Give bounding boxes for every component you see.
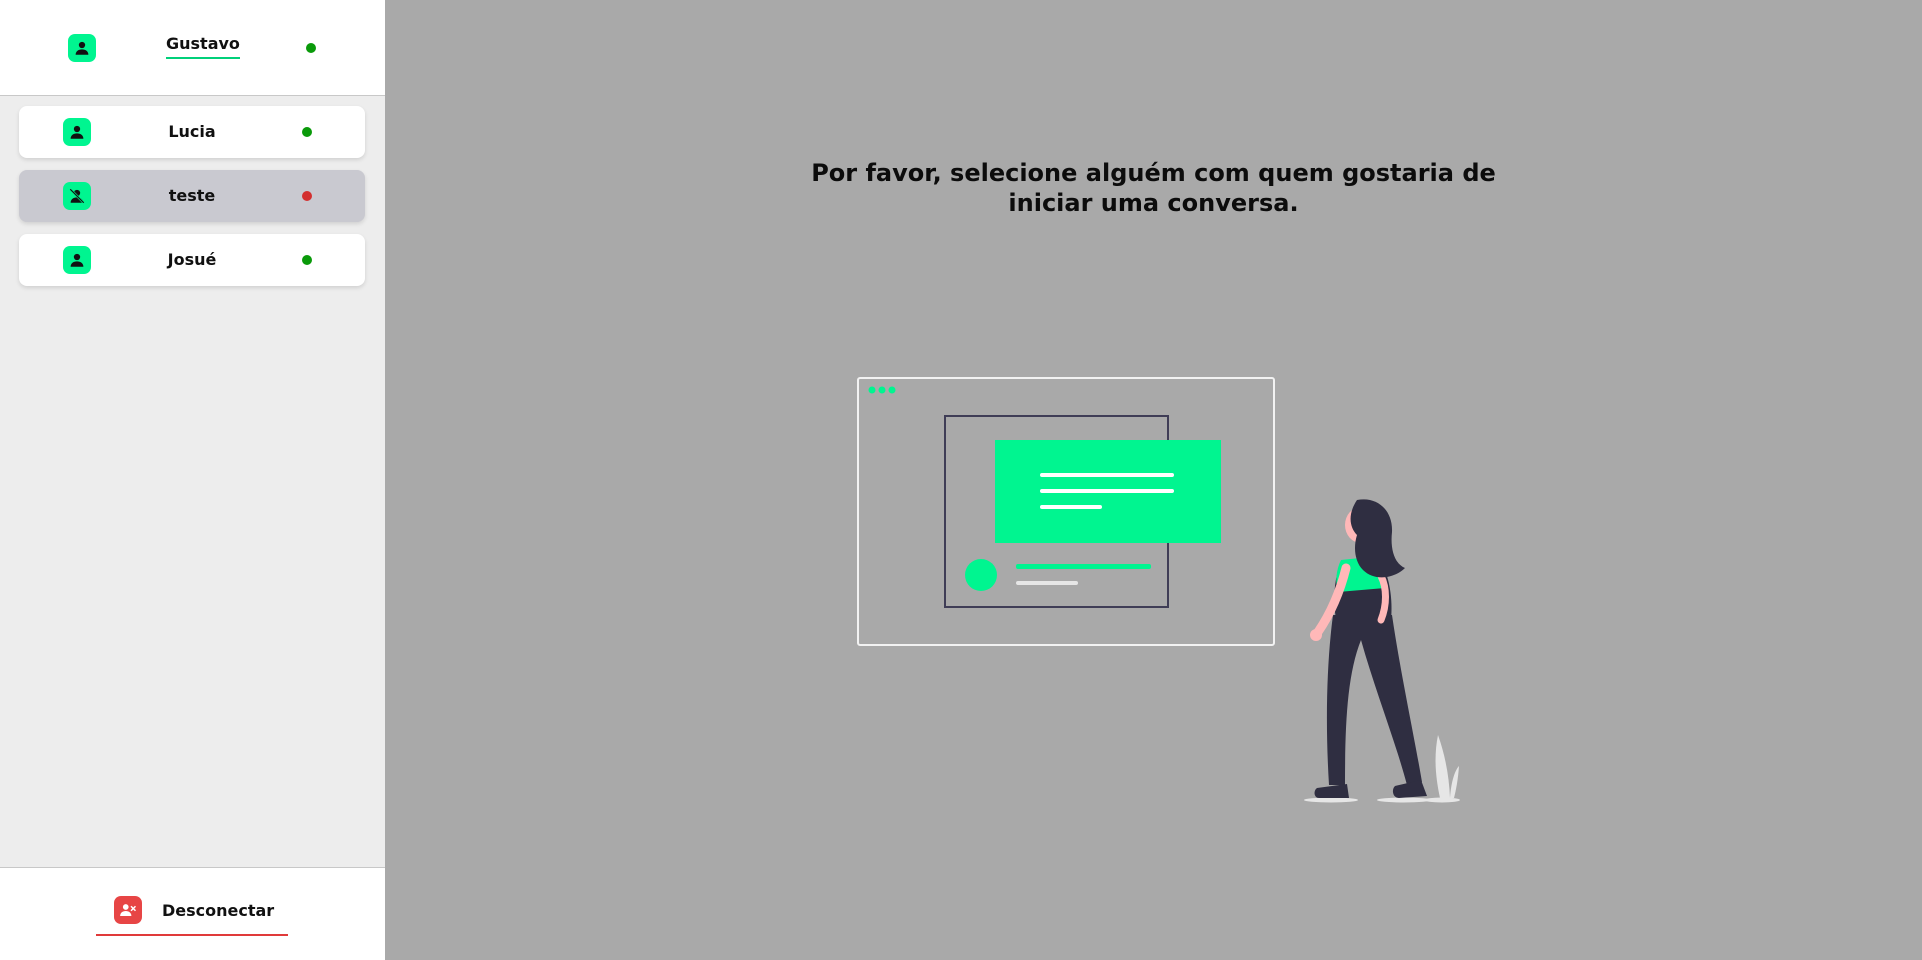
status-dot-online [302,255,312,265]
contact-name: Lucia [168,122,216,141]
disconnect-label: Desconectar [162,901,275,920]
disconnect-button[interactable]: Desconectar [96,894,288,936]
main-panel: Por favor, selecione alguém com quem gos… [385,0,1922,959]
sidebar: Gustavo Lucia teste Josué Desconectar [0,0,385,960]
contact-item-lucia[interactable]: Lucia [19,106,365,158]
status-dot-online [302,127,312,137]
current-user-header: Gustavo [0,0,385,96]
user-remove-icon [114,896,142,924]
empty-state-message: Por favor, selecione alguém com quem gos… [385,158,1922,218]
chat-illustration [857,377,1460,803]
contact-name: teste [168,186,216,205]
contact-item-josue[interactable]: Josué [19,234,365,286]
contact-name: Josué [167,250,217,269]
contact-item-teste[interactable]: teste [19,170,365,222]
sidebar-footer: Desconectar [0,867,385,960]
current-user-name: Gustavo [166,34,240,59]
user-icon [68,34,96,62]
status-dot-offline [302,191,312,201]
empty-state-text: Por favor, selecione alguém com quem gos… [811,159,1496,217]
status-dot-online [306,43,316,53]
